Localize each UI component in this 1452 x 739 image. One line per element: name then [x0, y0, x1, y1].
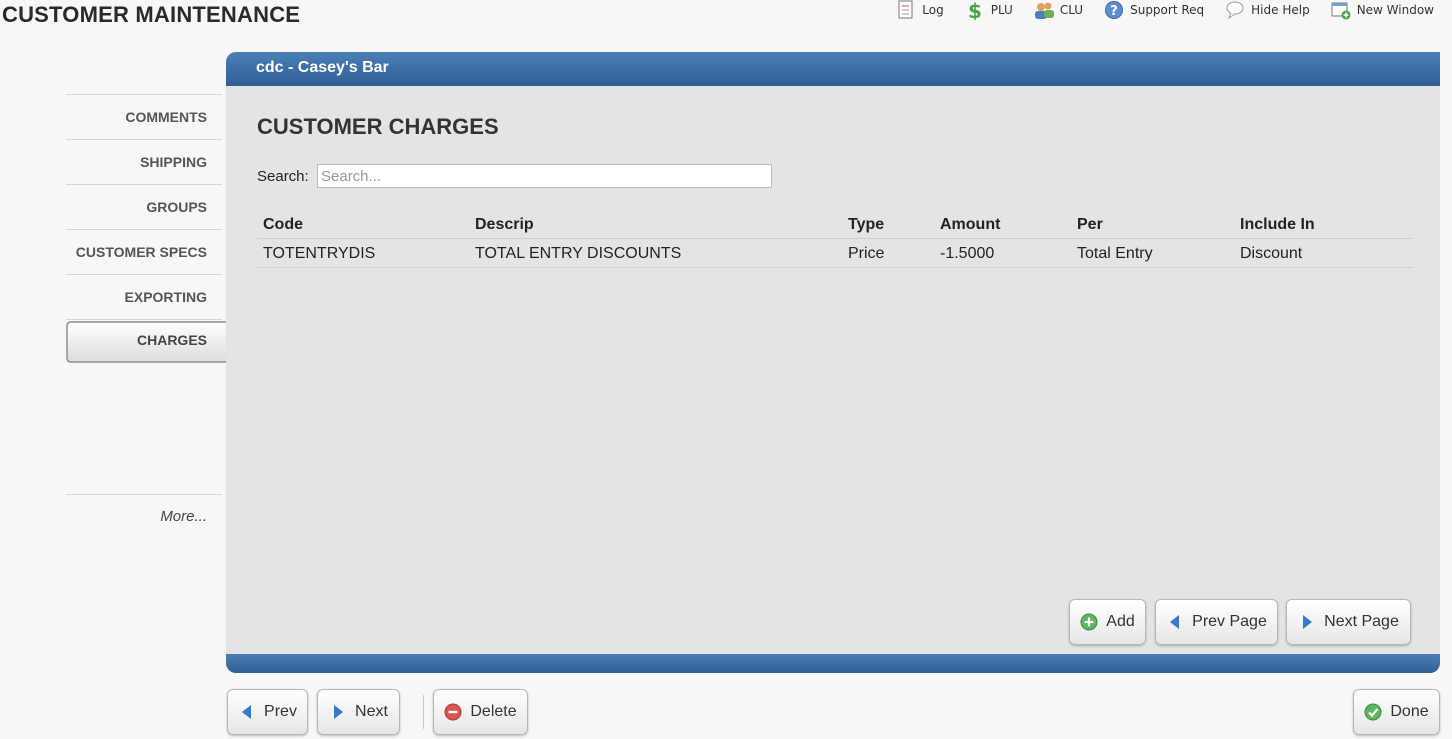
arrow-right-icon [1303, 615, 1313, 629]
plus-circle-icon [1080, 613, 1098, 631]
done-button-label: Done [1390, 703, 1429, 720]
column-header-per[interactable]: Per [1071, 210, 1234, 239]
cell-amount: -1.5000 [934, 238, 1071, 268]
cell-code: TOTENTRYDIS [257, 238, 469, 268]
speech-bubble-icon [1226, 1, 1244, 20]
table-header-row: Code Descrip Type Amount Per Include In [257, 210, 1413, 239]
svg-text:$: $ [968, 0, 982, 20]
section-title: CUSTOMER CHARGES [257, 114, 499, 139]
new-window-label: New Window [1356, 3, 1434, 17]
new-window-button[interactable]: New Window [1330, 0, 1434, 20]
customer-header: cdc - Casey's Bar [226, 52, 1440, 86]
plu-label: PLU [990, 3, 1013, 17]
sidebar-more-link[interactable]: More... [66, 508, 207, 525]
delete-button[interactable]: Delete [433, 689, 528, 735]
sidebar: COMMENTS SHIPPING GROUPS CUSTOMER SPECS … [66, 94, 242, 364]
table-row[interactable]: TOTENTRYDIS TOTAL ENTRY DISCOUNTS Price … [257, 238, 1413, 268]
sidebar-item-customer-specs[interactable]: CUSTOMER SPECS [66, 229, 222, 274]
panel-footer-bar [226, 654, 1440, 673]
support-label: Support Req [1130, 3, 1205, 17]
next-button-label: Next [355, 703, 388, 720]
search-label: Search: [257, 168, 309, 185]
cell-per: Total Entry [1071, 238, 1234, 268]
sidebar-item-charges-label: CHARGES [136, 332, 207, 348]
delete-button-label: Delete [470, 703, 517, 720]
arrow-left-icon [1170, 615, 1180, 629]
next-page-button[interactable]: Next Page [1286, 599, 1411, 645]
add-button-label: Add [1106, 613, 1135, 630]
support-request-button[interactable]: ? Support Req [1103, 0, 1204, 20]
next-page-label: Next Page [1324, 613, 1399, 630]
clu-button[interactable]: CLU [1033, 0, 1083, 20]
next-button[interactable]: Next [317, 689, 400, 735]
column-header-code[interactable]: Code [257, 210, 469, 239]
hide-help-label: Hide Help [1251, 3, 1310, 17]
footer-divider [423, 695, 424, 729]
column-header-descrip[interactable]: Descrip [469, 210, 842, 239]
charges-panel: CUSTOMER CHARGES Search: Code Descrip Ty… [226, 86, 1440, 654]
page-title: CUSTOMER MAINTENANCE [2, 2, 301, 27]
arrow-left-icon [242, 705, 252, 719]
plu-button[interactable]: $ PLU [964, 0, 1013, 20]
svg-text:?: ? [1110, 4, 1118, 19]
sidebar-item-exporting[interactable]: EXPORTING [66, 274, 222, 319]
sidebar-divider [66, 494, 222, 495]
cell-include-in: Discount [1234, 238, 1413, 268]
hide-help-button[interactable]: Hide Help [1224, 0, 1310, 20]
done-button[interactable]: Done [1353, 689, 1440, 735]
users-icon [1034, 2, 1054, 19]
cell-type: Price [842, 238, 934, 268]
minus-circle-icon [444, 703, 462, 721]
sidebar-item-charges[interactable]: CHARGES [66, 319, 242, 364]
cell-descrip: TOTAL ENTRY DISCOUNTS [469, 238, 842, 268]
dollar-icon: $ [968, 0, 982, 20]
check-circle-icon [1364, 703, 1382, 721]
charges-table: Code Descrip Type Amount Per Include In … [257, 210, 1413, 268]
column-header-type[interactable]: Type [842, 210, 934, 239]
arrow-right-icon [334, 705, 344, 719]
prev-button[interactable]: Prev [227, 689, 308, 735]
log-button[interactable]: Log [895, 0, 944, 20]
sidebar-item-groups[interactable]: GROUPS [66, 184, 222, 229]
column-header-include-in[interactable]: Include In [1234, 210, 1413, 239]
new-window-icon [1331, 2, 1351, 20]
add-button[interactable]: Add [1069, 599, 1146, 645]
sidebar-item-comments[interactable]: COMMENTS [66, 94, 222, 139]
prev-button-label: Prev [264, 703, 297, 720]
top-toolbar: Log $ PLU CLU ? Support Req Hide Help Ne… [895, 0, 1434, 20]
log-icon [898, 0, 913, 19]
search-input[interactable] [317, 164, 772, 188]
column-header-amount[interactable]: Amount [934, 210, 1071, 239]
log-label: Log [922, 3, 944, 17]
sidebar-item-shipping[interactable]: SHIPPING [66, 139, 222, 184]
help-icon: ? [1105, 1, 1124, 19]
clu-label: CLU [1059, 3, 1084, 17]
prev-page-button[interactable]: Prev Page [1155, 599, 1278, 645]
active-tab-marker: CHARGES [66, 320, 242, 363]
prev-page-label: Prev Page [1192, 613, 1267, 630]
